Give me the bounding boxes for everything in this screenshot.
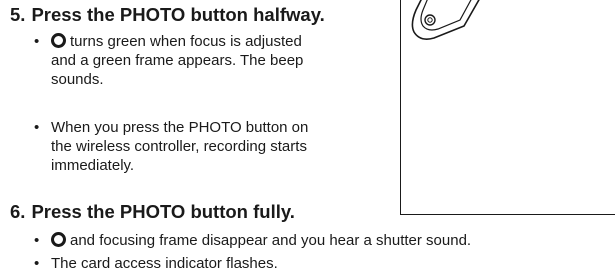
bullet-line: turns green when focus is adjusted <box>70 33 302 50</box>
bullet-dot: • <box>34 119 40 136</box>
step-6-heading: 6. Press the PHOTO button fully. <box>10 201 295 223</box>
bullet-line: sounds. <box>51 71 104 88</box>
bullet-line: The card access indicator flashes. <box>51 255 278 272</box>
bullet-dot: • <box>34 33 40 50</box>
focus-circle-icon <box>51 33 66 48</box>
bullet-dot: • <box>34 255 40 272</box>
bullet-line: the wireless controller, recording start… <box>51 138 307 155</box>
step-5-title: Press the PHOTO button halfway. <box>31 4 325 25</box>
bullet-line: and focusing frame disappear and you hea… <box>70 232 472 249</box>
bullet-line: and a green frame appears. The beep <box>51 52 304 69</box>
step-6-number: 6. <box>10 201 26 222</box>
step-6-title: Press the PHOTO button fully. <box>31 201 295 222</box>
step-5-heading: 5. Press the PHOTO button halfway. <box>10 4 325 26</box>
bullet-dot: • <box>34 232 40 249</box>
camera-illustration <box>400 0 615 216</box>
bullet-line: immediately. <box>51 157 135 174</box>
bullet-line: When you press the PHOTO button on <box>51 119 309 136</box>
step-5-number: 5. <box>10 4 26 25</box>
camera-illustration-svg <box>400 0 615 215</box>
focus-circle-icon <box>51 232 66 247</box>
camera-dial-icon <box>424 14 436 26</box>
